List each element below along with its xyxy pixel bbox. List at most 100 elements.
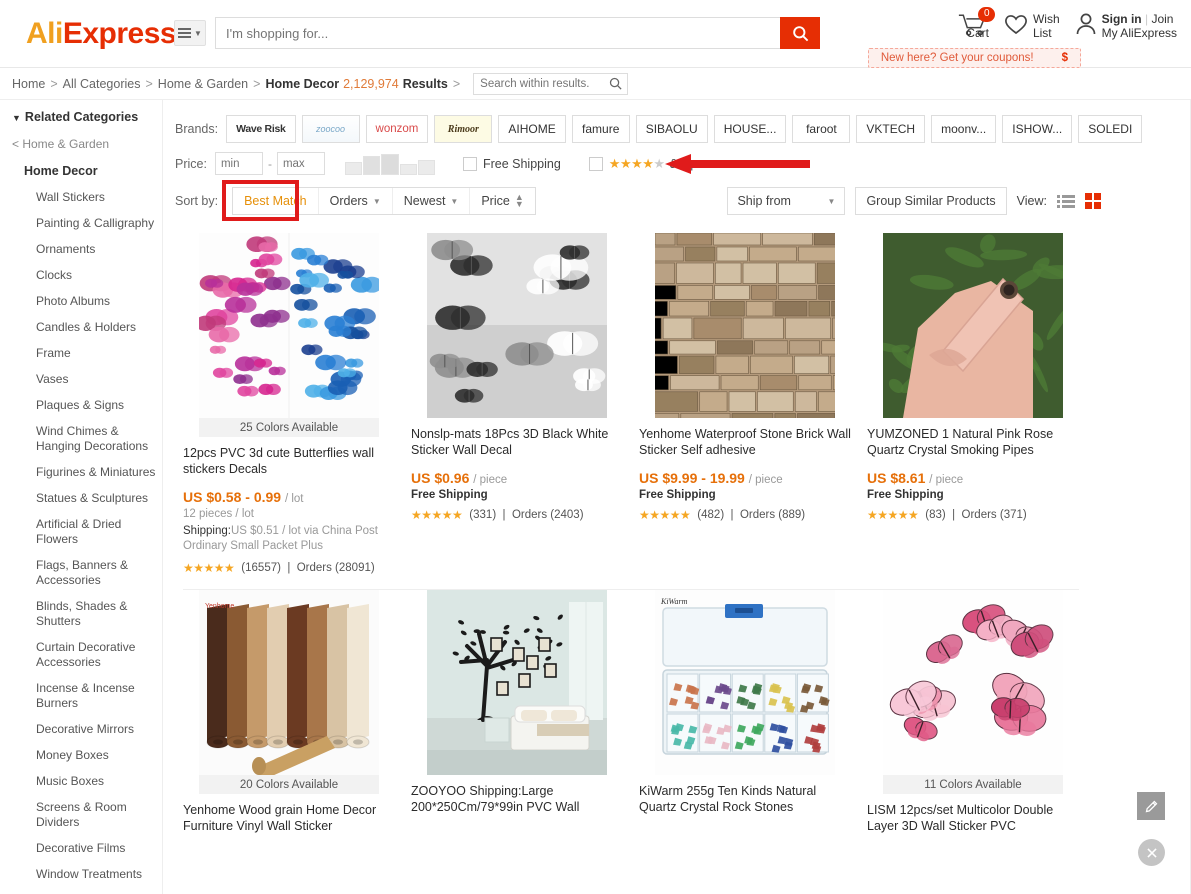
brand-chip[interactable]: famure [571,115,630,143]
sidebar-item[interactable]: Candles & Holders [36,320,162,335]
sidebar-item[interactable]: Incense & Incense Burners [36,681,162,711]
product-card[interactable]: YUMZONED 1 Natural Pink Rose Quartz Crys… [859,233,1087,575]
brand-chip[interactable]: moonv... [931,115,997,143]
brand-chip[interactable]: Rimoor [434,115,493,143]
product-card[interactable]: ZOOYOO Shipping:Large 200*250Cm/79*99in … [403,590,631,834]
product-title[interactable]: Yenhome Waterproof Stone Brick Wall Stic… [639,426,851,458]
wish-list-button[interactable]: Wish List [1003,12,1060,40]
sort-option[interactable]: Best Match [233,188,319,214]
product-image-link[interactable] [427,590,607,775]
sidebar-item[interactable]: Flags, Banners & Accessories [36,558,162,588]
sidebar-item[interactable]: Window Treatments [36,867,162,882]
sidebar-item[interactable]: Curtain Decorative Accessories [36,640,162,670]
ship-from-label: Ship from [737,194,791,208]
price-min-input[interactable] [214,152,263,175]
brand-chip[interactable]: Wave Risk [226,115,296,143]
product-image-link[interactable]: KiWarm [655,590,835,775]
view-grid-button[interactable] [1085,193,1101,209]
edit-float-button[interactable] [1137,792,1165,820]
sidebar-item[interactable]: Decorative Mirrors [36,722,162,737]
product-card[interactable]: Nonslp-mats 18Pcs 3D Black White Sticker… [403,233,631,575]
sidebar-item[interactable]: Frame [36,346,162,361]
sort-option[interactable]: Newest ▼ [393,188,471,214]
price-distribution-slider[interactable] [344,153,435,175]
view-list-button[interactable] [1057,194,1075,208]
brand-chip[interactable]: AIHOME [498,115,566,143]
breadcrumb-home-garden[interactable]: Home & Garden [158,77,248,91]
product-free-shipping: Free Shipping [867,489,944,501]
product-image-link[interactable] [883,590,1063,775]
brand-chip[interactable]: faroot [792,115,851,143]
brand-chip[interactable]: HOUSE... [713,115,787,143]
product-image-link[interactable] [427,233,607,418]
sort-option[interactable]: Orders ▼ [319,188,393,214]
sidebar-item[interactable]: Wind Chimes & Hanging Decorations [36,424,162,454]
sidebar-item[interactable]: Statues & Sculptures [36,491,162,506]
sidebar-item[interactable]: Money Boxes [36,748,162,763]
sidebar-item[interactable]: Figurines & Miniatures [36,465,162,480]
product-card[interactable]: Yenhome Waterproof Stone Brick Wall Stic… [631,233,859,575]
brand-chip[interactable]: SOLEDI [1078,115,1143,143]
product-card[interactable]: Yenhome 20 Colors Available Yenhome Wood g… [175,590,403,834]
search-within-input[interactable] [473,72,629,95]
my-aliexpress-link[interactable]: My AliExpress [1102,26,1177,40]
product-title[interactable]: YUMZONED 1 Natural Pink Rose Quartz Crys… [867,426,1079,458]
close-float-button[interactable] [1138,839,1165,866]
sidebar-current-category[interactable]: Home Decor [24,164,162,178]
product-card[interactable]: KiWarm KiWarm 255g Ten Kinds Natural Quar… [631,590,859,834]
rating-checkbox[interactable] [588,156,603,171]
account-menu[interactable]: Sign in | Join My AliExpress [1074,12,1177,40]
brand-chip[interactable]: ISHOW... [1002,115,1073,143]
sidebar-item[interactable]: Painting & Calligraphy [36,216,162,231]
currency-switch[interactable]: $ [1062,52,1068,64]
sidebar-item[interactable]: Screens & Room Dividers [36,800,162,830]
coupon-banner[interactable]: New here? Get your coupons! $ [867,48,1081,68]
group-similar-products-button[interactable]: Group Similar Products [855,187,1007,215]
sort-bar-right: Ship from ▼ Group Similar Products View: [727,187,1191,215]
product-card[interactable]: 11 Colors Available LISM 12pcs/set Multic… [859,590,1087,834]
categories-menu-button[interactable]: ▼ [174,20,206,46]
product-card[interactable]: 25 Colors Available 12pcs PVC 3d cute But… [175,233,403,575]
cart-button[interactable]: 0 Cart [958,7,996,40]
breadcrumb-home[interactable]: Home [12,77,45,91]
sidebar-item[interactable]: Blinds, Shades & Shutters [36,599,162,629]
brand-chip[interactable]: zoocoo [301,115,360,143]
wish-list-line2: List [1032,26,1052,40]
price-max-input[interactable] [276,152,325,175]
brand-chip[interactable]: SIBAOLU [635,115,708,143]
ship-from-dropdown[interactable]: Ship from ▼ [727,187,846,215]
sidebar-item[interactable]: Plaques & Signs [36,398,162,413]
sidebar-item[interactable]: Ornaments [36,242,162,257]
product-title[interactable]: Yenhome Wood grain Home Decor Furniture … [183,802,395,834]
sign-in-link[interactable]: Sign in [1102,12,1142,26]
join-link[interactable]: Join [1151,12,1173,26]
product-image-link[interactable] [655,233,835,418]
brand-chip[interactable]: wonzom [365,115,429,143]
sidebar-item[interactable]: Music Boxes [36,774,162,789]
related-categories-header[interactable]: ▼ Related Categories [12,110,162,124]
product-image-link[interactable]: Yenhome [199,590,379,775]
sidebar-item[interactable]: Vases [36,372,162,387]
product-title[interactable]: Nonslp-mats 18Pcs 3D Black White Sticker… [411,426,623,458]
sidebar-item[interactable]: Wall Stickers [36,190,162,205]
free-shipping-filter[interactable]: Free Shipping [462,156,561,171]
brand-chip[interactable]: VKTECH [856,115,926,143]
product-title[interactable]: LISM 12pcs/set Multicolor Double Layer 3… [867,802,1079,834]
sidebar-parent-category[interactable]: < Home & Garden [12,137,162,151]
sidebar-item[interactable]: Decorative Films [36,841,162,856]
sidebar-item[interactable]: Photo Albums [36,294,162,309]
search-input[interactable] [215,17,785,49]
product-image-link[interactable] [883,233,1063,418]
breadcrumb-all-categories[interactable]: All Categories [63,77,141,91]
product-title[interactable]: ZOOYOO Shipping:Large 200*250Cm/79*99in … [411,783,623,815]
sidebar-item[interactable]: Clocks [36,268,162,283]
sidebar-item[interactable]: Artificial & Dried Flowers [36,517,162,547]
product-image-link[interactable] [199,233,379,418]
search-within-button[interactable] [608,76,623,94]
sort-option[interactable]: Price ▲ ▼ [470,188,534,214]
aliexpress-logo[interactable]: AliExpress™ [26,17,186,51]
search-button[interactable] [780,17,820,49]
product-title[interactable]: KiWarm 255g Ten Kinds Natural Quartz Cry… [639,783,851,815]
free-shipping-checkbox[interactable] [462,156,477,171]
product-title[interactable]: 12pcs PVC 3d cute Butterflies wall stick… [183,445,395,477]
